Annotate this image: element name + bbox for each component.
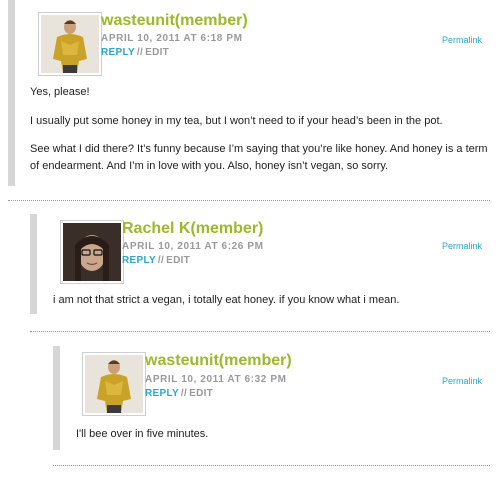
comment-actions: REPLY//EDIT [122, 255, 190, 266]
comment-divider [30, 331, 490, 332]
comment-text: I usually put some honey in my tea, but … [30, 115, 443, 127]
edit-link[interactable]: EDIT [145, 47, 169, 58]
permalink-link[interactable]: Permalink [442, 241, 482, 251]
permalink-link[interactable]: Permalink [442, 376, 482, 386]
action-separator: // [136, 47, 144, 58]
comment-text: i am not that strict a vegan, i totally … [53, 294, 400, 306]
reply-link[interactable]: REPLY [101, 47, 135, 58]
reply-link[interactable]: REPLY [122, 255, 156, 266]
comment-date[interactable]: APRIL 10, 2011 AT 6:32 PM [145, 374, 287, 385]
action-separator: // [157, 255, 165, 266]
comment-date[interactable]: APRIL 10, 2011 AT 6:18 PM [101, 33, 243, 44]
action-separator: // [180, 388, 188, 399]
thread-indent-bar [53, 346, 60, 450]
avatar[interactable] [38, 12, 102, 76]
edit-link[interactable]: EDIT [189, 388, 213, 399]
comment-divider [8, 200, 490, 201]
avatar-gold-shirt-image [85, 355, 143, 413]
comment-author[interactable]: wasteunit(member) [101, 12, 248, 30]
reply-link[interactable]: REPLY [145, 388, 179, 399]
comment-actions: REPLY//EDIT [145, 388, 213, 399]
comment-text: See what I did there? It’s funny because… [30, 143, 488, 172]
comment-date[interactable]: APRIL 10, 2011 AT 6:26 PM [122, 241, 264, 252]
comment-author[interactable]: Rachel K(member) [122, 220, 263, 238]
comment-text: Yes, please! [30, 86, 90, 98]
comment-divider [53, 465, 490, 466]
thread-indent-bar [30, 214, 37, 314]
comment-text: I'll bee over in five minutes. [76, 428, 209, 440]
thread-indent-bar [8, 0, 15, 186]
permalink-link[interactable]: Permalink [442, 35, 482, 45]
comment-actions: REPLY//EDIT [101, 47, 169, 58]
edit-link[interactable]: EDIT [166, 255, 190, 266]
avatar[interactable] [82, 352, 146, 416]
comment-author[interactable]: wasteunit(member) [145, 352, 292, 370]
avatar-gold-shirt-image [41, 15, 99, 73]
avatar-rachel-image [63, 223, 121, 281]
avatar[interactable] [60, 220, 124, 284]
